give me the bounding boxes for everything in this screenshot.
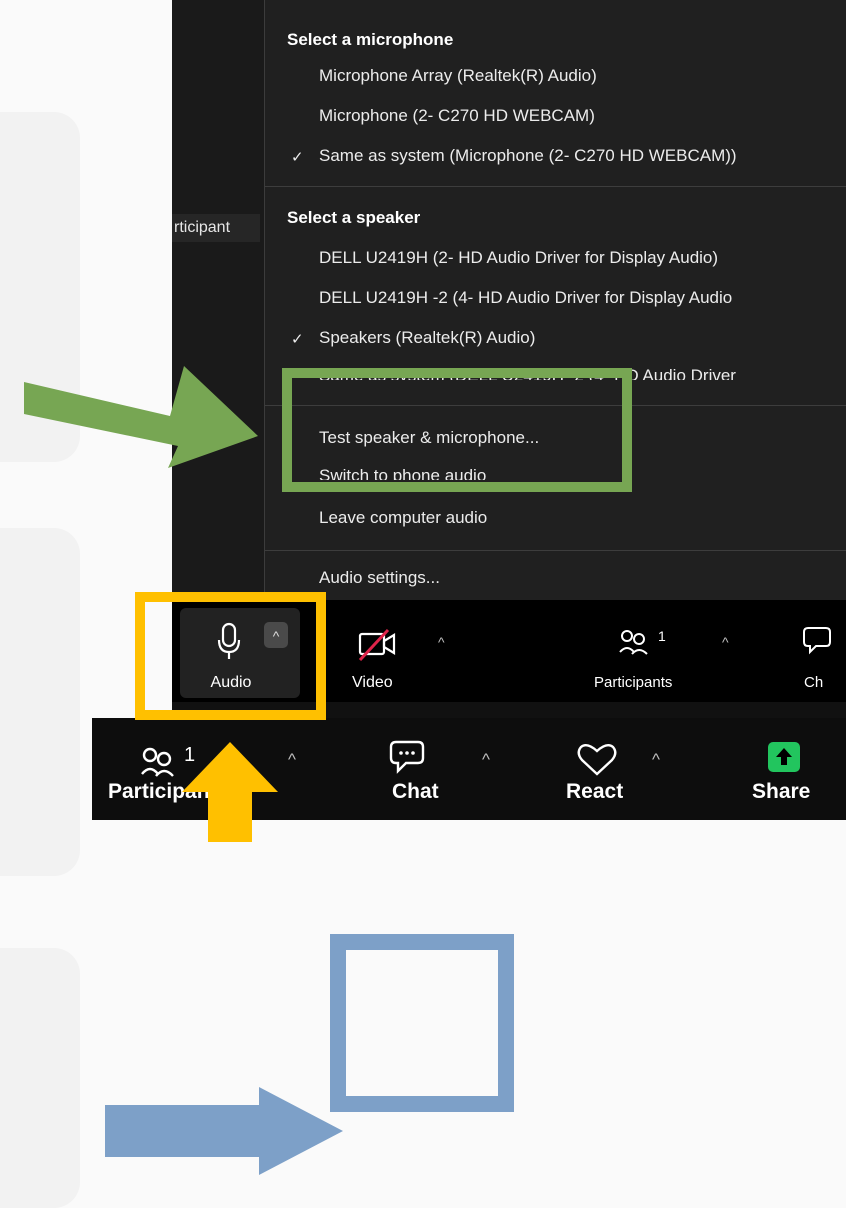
blue-highlight-box [330,934,514,1112]
yellow-highlight-box [135,592,326,720]
participants-options-caret[interactable]: ^ [722,634,729,650]
menu-divider [265,550,846,551]
green-highlight-box [282,368,632,492]
check-icon: ✓ [291,149,304,166]
speaker-option-realtek[interactable]: Speakers (Realtek(R) Audio) [319,328,535,348]
audio-options-menu: Select a microphone Microphone Array (Re… [264,0,846,600]
participants-icon [141,747,174,777]
audio-settings-item[interactable]: Audio settings... [319,568,440,588]
green-arrow-icon [24,366,258,468]
share-label: Share [752,780,811,803]
chat-icon [803,627,831,655]
menu-divider [265,186,846,187]
participants-label: Participants [594,674,673,691]
mic-option-webcam[interactable]: Microphone (2- C270 HD WEBCAM) [319,106,595,126]
speaker-option-dell-4[interactable]: DELL U2419H -2 (4- HD Audio Driver for D… [319,288,732,308]
speaker-section-header: Select a speaker [287,208,421,227]
chat-icon [389,740,425,774]
share-arrow-icon[interactable] [768,742,800,772]
video-off-icon [358,628,396,662]
video-label: Video [352,674,393,691]
react-label: React [566,780,624,803]
yellow-arrow-icon [182,742,278,842]
check-icon: ✓ [291,331,304,348]
chat-label-partial: Ch [804,674,824,691]
heart-icon [577,744,617,776]
react-options-caret[interactable]: ^ [652,750,660,770]
background-card-bottom [0,948,80,1208]
meeting-left-pane: rticipant [172,0,264,600]
speaker-option-dell-2[interactable]: DELL U2419H (2- HD Audio Driver for Disp… [319,248,718,268]
mic-section-header: Select a microphone [287,30,454,49]
mic-option-realtek[interactable]: Microphone Array (Realtek(R) Audio) [319,66,597,86]
participants-count: 1 [658,628,666,644]
participants-options-caret[interactable]: ^ [288,750,296,770]
mic-option-same-as-system[interactable]: Same as system (Microphone (2- C270 HD W… [319,146,737,166]
video-options-caret[interactable]: ^ [438,634,445,650]
background-card-middle [0,528,80,876]
blue-arrow-icon [105,1087,343,1175]
chat-label: Chat [392,780,439,803]
participants-icon [619,630,648,655]
participant-tab[interactable]: rticipant [172,214,260,242]
leave-computer-audio-item[interactable]: Leave computer audio [319,508,487,528]
chat-options-caret[interactable]: ^ [482,750,490,770]
